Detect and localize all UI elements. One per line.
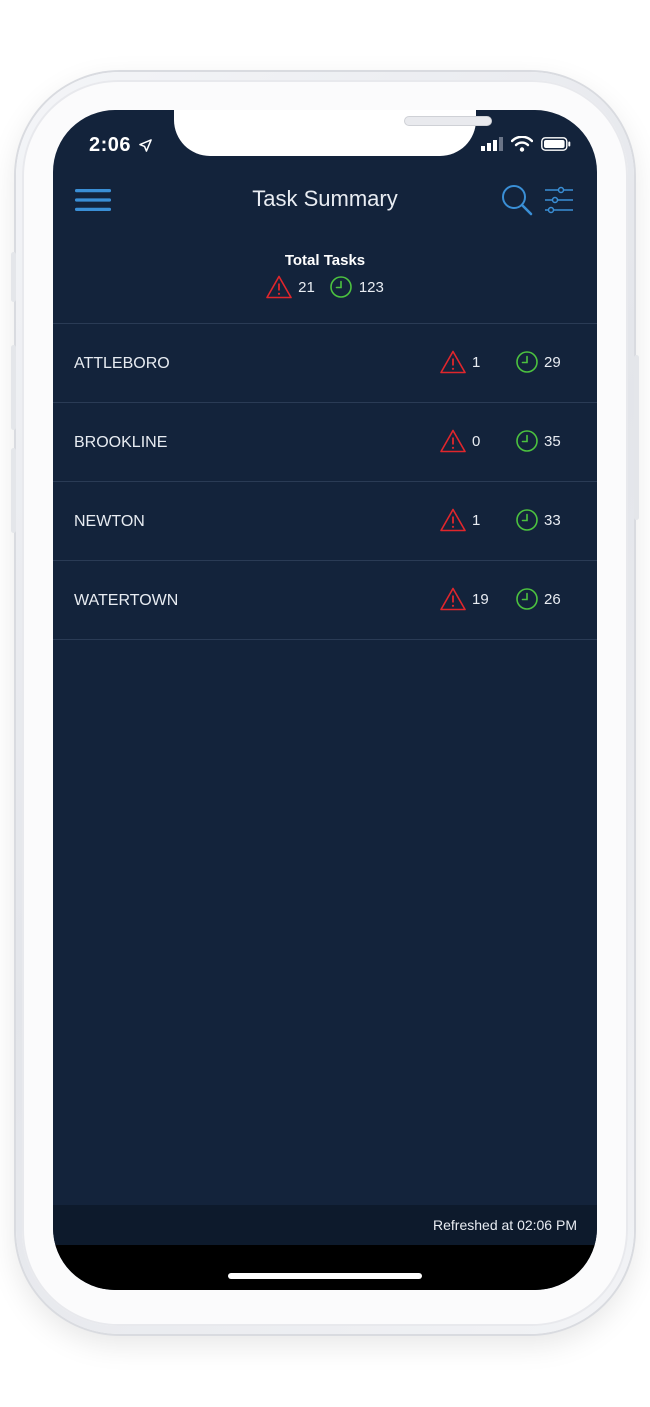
battery-icon: [541, 137, 571, 151]
pending-count-value: 26: [544, 590, 561, 608]
nav-bar: Task Summary: [53, 178, 597, 222]
clock-icon: [516, 430, 538, 452]
location-name: NEWTON: [74, 513, 145, 530]
total-warning-count: 21: [298, 278, 315, 296]
pending-count: 33: [515, 508, 561, 532]
filter-icon[interactable]: [541, 182, 577, 218]
pending-count-value: 29: [544, 353, 561, 371]
status-time: 2:06: [89, 134, 152, 157]
clock-icon: [330, 276, 352, 298]
location-name: BROOKLINE: [74, 434, 168, 451]
warning-icon: [266, 275, 292, 299]
pending-count: 29: [515, 350, 561, 374]
status-time-text: 2:06: [89, 134, 132, 156]
warning-icon: [440, 429, 466, 453]
signal-icon: [481, 137, 503, 151]
power-button: [634, 355, 639, 520]
clock-icon: [516, 588, 538, 610]
location-row-brookline[interactable]: BROOKLINE 0 35: [53, 403, 597, 481]
warning-icon: [440, 587, 466, 611]
location-name: ATTLEBORO: [74, 355, 170, 372]
wifi-icon: [511, 136, 533, 152]
clock-icon: [516, 351, 538, 373]
location-name: WATERTOWN: [74, 592, 179, 609]
divider: [53, 639, 597, 640]
total-tasks-title: Total Tasks: [284, 252, 366, 269]
clock-icon: [516, 509, 538, 531]
refreshed-timestamp: Refreshed at 02:06 PM: [433, 1217, 577, 1233]
location-row-newton[interactable]: NEWTON 1 33: [53, 482, 597, 560]
warning-icon: [440, 350, 466, 374]
pending-count-value: 35: [544, 432, 561, 450]
warning-count: 0: [440, 429, 480, 453]
pending-count-value: 33: [544, 511, 561, 529]
home-indicator-area: [53, 1245, 597, 1290]
notch: [174, 110, 492, 156]
location-row-attleboro[interactable]: ATTLEBORO 1 29: [53, 324, 597, 402]
total-tasks-counts: 21 123: [53, 275, 597, 299]
speaker-grille: [404, 116, 492, 126]
warning-count: 1: [440, 508, 480, 532]
app-screen: 2:06 Task Summary Total Tasks 21 123 ATT…: [53, 110, 597, 1290]
pending-count: 26: [515, 587, 561, 611]
location-row-watertown[interactable]: WATERTOWN 19 26: [53, 561, 597, 639]
volume-up-button: [11, 345, 16, 430]
warning-count-value: 1: [472, 511, 481, 529]
warning-icon: [440, 508, 466, 532]
search-icon[interactable]: [499, 182, 535, 218]
total-tasks-summary: Total Tasks 21 123: [53, 252, 597, 299]
status-icons: [481, 136, 571, 152]
warning-count: 19: [440, 587, 489, 611]
warning-count-value: 19: [472, 590, 489, 608]
total-pending-count: 123: [358, 278, 384, 296]
pending-count: 35: [515, 429, 561, 453]
volume-down-button: [11, 448, 16, 533]
warning-count-value: 1: [472, 353, 481, 371]
location-arrow-icon: [139, 139, 152, 153]
warning-count-value: 0: [472, 432, 481, 450]
home-indicator[interactable]: [228, 1273, 422, 1279]
mute-switch: [11, 252, 16, 302]
refresh-footer: Refreshed at 02:06 PM: [53, 1205, 597, 1245]
warning-count: 1: [440, 350, 480, 374]
